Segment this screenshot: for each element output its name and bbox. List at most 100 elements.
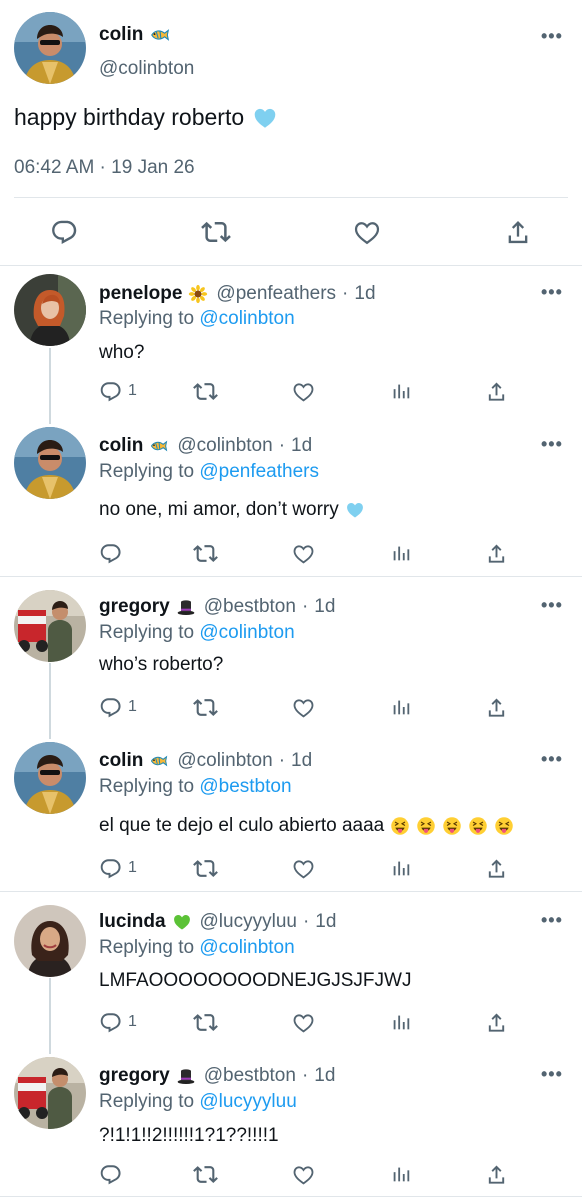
retweet-button[interactable] [196,212,236,252]
analytics-button[interactable] [390,692,412,722]
more-options-icon[interactable]: ••• [541,1064,563,1085]
author-name[interactable]: colin [99,750,143,772]
like-button[interactable] [292,1007,315,1037]
share-button[interactable] [498,212,538,252]
author-handle[interactable]: @colinbton [177,435,272,457]
retweet-button[interactable] [193,376,218,406]
analytics-icon [390,542,412,564]
share-button[interactable] [485,1007,508,1037]
analytics-button[interactable] [390,1007,412,1037]
retweet-icon [193,695,218,720]
analytics-button[interactable] [390,1159,412,1189]
avatar[interactable] [14,12,86,84]
author-handle[interactable]: @bestbton [204,596,296,618]
share-button[interactable] [485,853,508,883]
retweet-button[interactable] [193,1159,218,1189]
avatar[interactable] [14,742,86,814]
reply-tweet: colin @colinbton · 1d ••• Replying to @p… [0,420,582,576]
reply-button[interactable] [99,1159,128,1189]
more-options-icon[interactable]: ••• [541,26,563,47]
reply-age[interactable]: 1d [314,596,335,618]
avatar[interactable] [14,274,86,346]
replying-to: Replying to @colinbton [99,622,295,644]
reply-age[interactable]: 1d [291,435,312,457]
author-handle[interactable]: @penfeathers [216,283,336,305]
share-button[interactable] [485,692,508,722]
analytics-button[interactable] [390,376,412,406]
replying-to-link[interactable]: @colinbton [199,937,294,958]
reply-age[interactable]: 1d [314,1065,335,1087]
tweet-text-content: happy birthday roberto [14,104,245,130]
author-name[interactable]: lucinda [99,911,166,933]
squinting-tongue-icon [416,816,436,836]
replying-to-link[interactable]: @penfeathers [199,461,319,482]
reply-button[interactable]: 1 [99,1007,137,1037]
replying-to-link[interactable]: @colinbton [199,622,294,643]
reply-age[interactable]: 1d [354,283,375,305]
more-options-icon[interactable]: ••• [541,434,563,455]
like-button[interactable] [292,538,315,568]
top-hat-icon [176,1066,196,1086]
like-button[interactable] [292,853,315,883]
share-button[interactable] [485,538,508,568]
author-name[interactable]: penelope [99,283,182,305]
author-name-text[interactable]: colin [99,24,143,46]
more-options-icon[interactable]: ••• [541,910,563,931]
analytics-button[interactable] [390,853,412,883]
reply-icon [99,1163,122,1186]
replying-to: Replying to @bestbton [99,776,292,798]
tweet-timestamp[interactable]: 06:42 AM · 19 Jan 26 [14,157,195,179]
author-handle[interactable]: @colinbton [99,58,194,80]
replying-to-link[interactable]: @colinbton [199,308,294,329]
divider [0,1196,582,1197]
reply-actions: 1 [99,1007,519,1037]
tweet-actions [0,212,582,252]
reply-button[interactable]: 1 [99,376,137,406]
light-blue-heart-icon [345,500,365,520]
analytics-icon [390,696,412,718]
retweet-icon [193,856,218,881]
author-handle[interactable]: @lucyyyluu [200,911,297,933]
retweet-button[interactable] [193,538,218,568]
author-handle[interactable]: @colinbton [177,750,272,772]
reply-button[interactable]: 1 [99,692,137,722]
author-name[interactable]: gregory [99,596,170,618]
separator-dot: · [342,283,349,304]
share-button[interactable] [485,376,508,406]
retweet-button[interactable] [193,853,218,883]
like-button[interactable] [292,692,315,722]
author-handle[interactable]: @bestbton [204,1065,296,1087]
like-heart-icon [292,1011,315,1034]
replying-to: Replying to @lucyyyluu [99,1091,297,1113]
avatar[interactable] [14,1057,86,1129]
reply-button[interactable] [99,538,128,568]
reply-age[interactable]: 1d [291,750,312,772]
share-button[interactable] [485,1159,508,1189]
more-options-icon[interactable]: ••• [541,749,563,770]
reply-header: gregory @bestbton · 1d [99,596,335,618]
squinting-tongue-icon [390,816,410,836]
reply-button[interactable]: 1 [99,853,137,883]
more-options-icon[interactable]: ••• [541,595,563,616]
author-name[interactable]: colin [99,435,143,457]
like-button[interactable] [347,212,387,252]
avatar[interactable] [14,590,86,662]
separator-dot: · [302,911,310,932]
analytics-icon [390,857,412,879]
reply-icon [99,1011,122,1034]
reply-button[interactable] [44,212,84,252]
avatar[interactable] [14,905,86,977]
replying-to-link[interactable]: @lucyyyluu [199,1091,296,1112]
like-button[interactable] [292,376,315,406]
analytics-button[interactable] [390,538,412,568]
retweet-button[interactable] [193,692,218,722]
replying-to-link[interactable]: @bestbton [199,776,291,797]
retweet-button[interactable] [193,1007,218,1037]
like-button[interactable] [292,1159,315,1189]
author-name[interactable]: gregory [99,1065,170,1087]
replying-to-label: Replying to [99,937,195,958]
more-options-icon[interactable]: ••• [541,282,563,303]
avatar[interactable] [14,427,86,499]
share-icon [485,542,508,565]
reply-age[interactable]: 1d [315,911,336,933]
